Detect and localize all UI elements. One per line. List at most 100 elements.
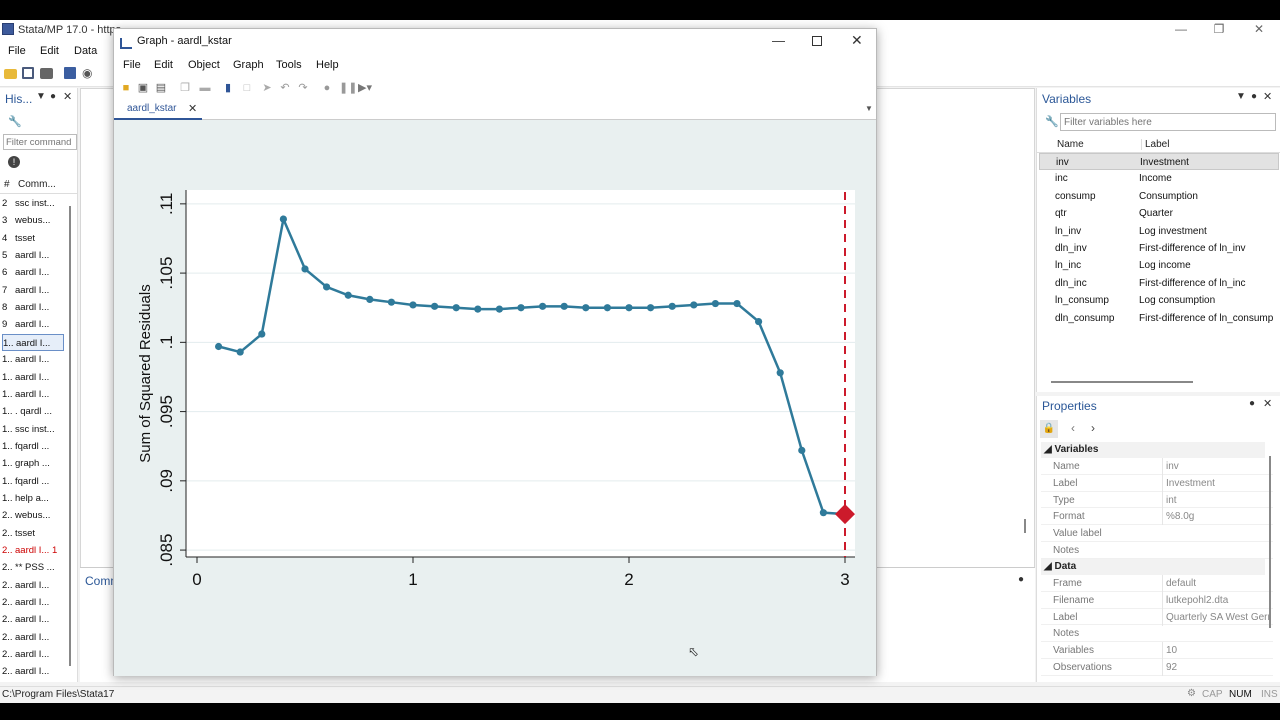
tab-dropdown-icon[interactable]: ▼ (865, 104, 873, 113)
save-icon[interactable] (22, 67, 34, 79)
log-icon[interactable] (64, 67, 76, 79)
properties-section-data[interactable]: ◢ Data (1041, 559, 1265, 575)
graph-menu-file[interactable]: File (123, 59, 141, 71)
history-row[interactable]: 2.. aardl I... 1 (2, 542, 64, 559)
play-icon[interactable]: ▶▾ (358, 81, 372, 95)
graph-menu-edit[interactable]: Edit (154, 59, 173, 71)
undo-icon[interactable]: ↶ (278, 81, 292, 95)
command-pin-icon[interactable]: ● (1018, 574, 1024, 585)
wrench-icon[interactable]: 🔧 (8, 115, 22, 128)
history-row[interactable]: 8 aardl I... (2, 299, 64, 316)
variables-filter-icon[interactable]: ▼ (1236, 91, 1246, 102)
settings-gear-icon[interactable]: ⚙ (1187, 688, 1196, 699)
history-scrollbar[interactable] (69, 206, 71, 666)
history-row[interactable]: 1.. aardl I... (2, 351, 64, 368)
copy-icon[interactable]: ❐ (178, 81, 192, 95)
history-row[interactable]: 1.. fqardl ... (2, 438, 64, 455)
object-browser-icon[interactable]: □ (240, 81, 254, 95)
forward-arrow-icon[interactable]: › (1091, 421, 1095, 435)
history-row[interactable]: 2.. aardl I... (2, 577, 64, 594)
main-menu-data[interactable]: Data (74, 45, 97, 57)
variables-close-icon[interactable]: ✕ (1263, 90, 1272, 103)
property-row[interactable]: Variables 10 (1041, 642, 1273, 660)
graph-close-icon[interactable]: ✕ (851, 32, 863, 49)
history-row[interactable]: 9 aardl I... (2, 316, 64, 333)
history-close-icon[interactable]: ✕ (63, 90, 72, 103)
variable-row[interactable]: qtr Quarter (1039, 205, 1279, 222)
tab-close-icon[interactable]: ✕ (188, 102, 197, 115)
history-row[interactable]: 2.. aardl I... (2, 629, 64, 646)
property-row[interactable]: Value label (1041, 525, 1273, 542)
save-icon[interactable]: ▣ (136, 81, 150, 95)
variables-filter-input[interactable] (1060, 113, 1276, 131)
history-row[interactable]: 2.. aardl I... (2, 611, 64, 628)
history-row[interactable]: 1.. ssc inst... (2, 421, 64, 438)
property-row[interactable]: Label Investment (1041, 474, 1273, 492)
property-row[interactable]: Name inv (1041, 458, 1273, 475)
history-row[interactable]: 1.. graph ... (2, 455, 64, 472)
history-row[interactable]: 5 aardl I... (2, 247, 64, 264)
history-row[interactable]: 2 ssc inst... (2, 195, 64, 212)
graph-menu-tools[interactable]: Tools (276, 59, 302, 71)
property-row[interactable]: Filename lutkepohl2.dta (1041, 591, 1273, 609)
results-scrollbar[interactable] (1024, 519, 1026, 533)
open-folder-icon[interactable]: ■ (119, 81, 133, 95)
graph-editor-icon[interactable]: ▮ (221, 81, 235, 95)
redo-icon[interactable]: ↷ (296, 81, 310, 95)
history-col-cmd[interactable]: Comm... (18, 179, 56, 190)
variable-row[interactable]: consump Consumption (1039, 188, 1279, 205)
history-row[interactable]: 1.. aardl I... (2, 369, 64, 386)
pause-icon[interactable]: ❚❚ (339, 81, 357, 95)
variable-row[interactable]: ln_consump Log consumption (1039, 292, 1279, 309)
properties-pin-icon[interactable]: ● (1249, 398, 1255, 409)
history-row[interactable]: 1.. aardl I... (2, 333, 64, 351)
property-row[interactable]: Frame default (1041, 575, 1273, 592)
variables-pin-icon[interactable]: ● (1251, 91, 1257, 102)
filter-icon[interactable]: ▼ (36, 91, 46, 102)
variable-row[interactable]: dln_inc First-difference of ln_inc (1039, 275, 1279, 292)
graph-menu-object[interactable]: Object (188, 59, 220, 71)
history-row[interactable]: 1.. aardl I... (2, 386, 64, 403)
graph-menu-help[interactable]: Help (316, 59, 339, 71)
variable-row[interactable]: dln_consump First-difference of ln_consum… (1039, 310, 1279, 327)
history-row[interactable]: 2.. aardl I... (2, 594, 64, 611)
variable-row[interactable]: ln_inc Log income (1039, 257, 1279, 274)
main-restore-icon[interactable]: ❐ (1209, 22, 1229, 36)
variable-row[interactable]: inc Income (1039, 170, 1279, 187)
history-row[interactable]: 4 tsset (2, 230, 64, 247)
variables-wrench-icon[interactable]: 🔧 (1045, 115, 1059, 128)
history-row[interactable]: 2.. aardl I... (2, 663, 64, 680)
history-row[interactable]: 2.. ** PSS ... (2, 559, 64, 576)
main-menu-file[interactable]: File (8, 45, 26, 57)
property-row[interactable]: Label Quarterly SA West Gerr (1041, 608, 1273, 626)
properties-close-icon[interactable]: ✕ (1263, 397, 1272, 410)
back-arrow-icon[interactable]: ‹ (1071, 421, 1075, 435)
history-col-num[interactable]: # (4, 179, 10, 190)
main-close-icon[interactable]: ✕ (1249, 22, 1269, 36)
main-minimize-icon[interactable]: — (1171, 22, 1191, 36)
property-row[interactable]: Type int (1041, 491, 1273, 509)
history-row[interactable]: 7 aardl I... (2, 282, 64, 299)
variable-row[interactable]: inv Investment (1039, 153, 1279, 171)
graph-maximize-icon[interactable] (812, 36, 822, 46)
variables-col-name[interactable]: Name (1057, 139, 1084, 150)
graph-tab[interactable]: aardl_kstar ✕ (114, 99, 202, 120)
record-icon[interactable]: ● (320, 81, 334, 95)
history-row[interactable]: 3 webus... (2, 212, 64, 229)
history-row[interactable]: 1.. fqardl ... (2, 473, 64, 490)
properties-section-variables[interactable]: ◢ Variables (1041, 442, 1265, 458)
property-row[interactable]: Observations 92 (1041, 659, 1273, 676)
history-row[interactable]: 6 aardl I... (2, 264, 64, 281)
rename-icon[interactable]: ▬ (198, 81, 212, 95)
variable-row[interactable]: dln_inv First-difference of ln_inv (1039, 240, 1279, 257)
history-filter-input[interactable] (3, 134, 77, 150)
pin-icon[interactable]: ● (50, 91, 56, 102)
pointer-icon[interactable]: ➤ (260, 81, 274, 95)
open-folder-icon[interactable] (4, 69, 17, 79)
main-menu-edit[interactable]: Edit (40, 45, 59, 57)
lock-icon[interactable]: 🔒 (1040, 420, 1058, 438)
variables-hscrollbar[interactable] (1051, 381, 1193, 383)
graph-menu-graph[interactable]: Graph (233, 59, 264, 71)
history-row[interactable]: 1... qardl ... (2, 403, 64, 420)
properties-scrollbar[interactable] (1269, 456, 1271, 628)
